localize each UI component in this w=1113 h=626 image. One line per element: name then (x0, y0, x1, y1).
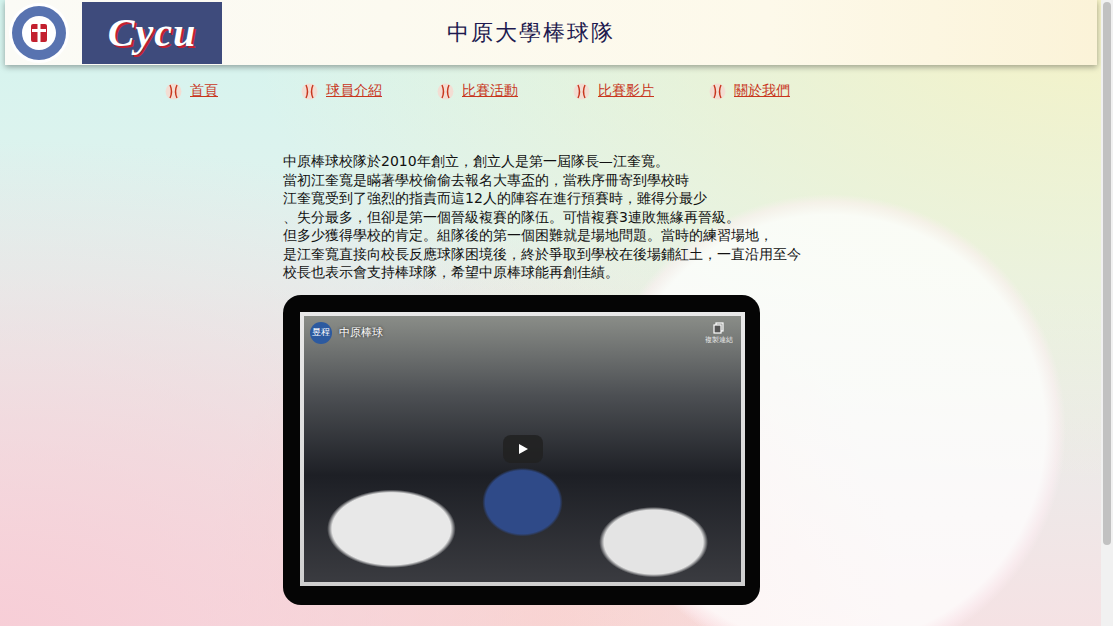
play-icon (517, 443, 529, 455)
video-title[interactable]: 中原棒球 (339, 325, 383, 340)
header: Cycu 中原大學棒球隊 (5, 0, 1097, 65)
video-frame: 昱程中原棒球複製連結 (283, 295, 760, 605)
window: Cycu 中原大學棒球隊首頁球員介紹比賽活動比賽影片關於我們中原棒球校隊於2010… (0, 0, 1113, 626)
baseball-icon (573, 83, 590, 100)
baseball-icon (709, 83, 726, 100)
nav-link[interactable]: 比賽影片 (573, 82, 709, 100)
intro-text: 中原棒球校隊於2010年創立，創立人是第一屆隊長—江奎寬。當初江奎寬是瞞著學校偷… (283, 152, 1097, 282)
team-logo-text: Cycu (108, 9, 196, 56)
nav-link[interactable]: 比賽活動 (437, 82, 573, 100)
page: Cycu 中原大學棒球隊首頁球員介紹比賽活動比賽影片關於我們中原棒球校隊於2010… (0, 0, 1101, 626)
nav-link[interactable]: 首頁 (165, 82, 301, 100)
video-border: 昱程中原棒球複製連結 (300, 312, 745, 586)
baseball-icon (437, 83, 454, 100)
baseball-icon (301, 83, 318, 100)
nav-link[interactable]: 球員介紹 (301, 82, 437, 100)
copy-link-button[interactable]: 複製連結 (705, 322, 733, 345)
intro-line: 但多少獲得學校的肯定。組隊後的第一個困難就是場地問題。當時的練習場地， (283, 226, 1097, 245)
nav-bar: 首頁球員介紹比賽活動比賽影片關於我們 (5, 82, 1097, 100)
site-title: 中原大學棒球隊 (447, 18, 615, 48)
baseball-icon (165, 83, 182, 100)
video-channel[interactable]: 昱程中原棒球 (310, 322, 383, 344)
intro-line: 江奎寬受到了強烈的指責而這12人的陣容在進行預賽時，雖得分最少 (283, 189, 1097, 208)
content: 中原棒球校隊於2010年創立，創立人是第一屆隊長—江奎寬。當初江奎寬是瞞著學校偷… (283, 152, 1097, 605)
intro-line: 是江奎寬直接向校長反應球隊困境後，終於爭取到學校在後場鋪紅土，一直沿用至今 (283, 245, 1097, 264)
team-logo: Cycu (82, 2, 222, 64)
intro-line: 、失分最多，但卻是第一個晉級複賽的隊伍。可惜複賽3連敗無緣再晉級。 (283, 208, 1097, 227)
play-button[interactable] (503, 435, 543, 463)
video-player[interactable]: 昱程中原棒球複製連結 (304, 316, 741, 582)
intro-line: 當初江奎寬是瞞著學校偷偷去報名大專盃的，當秩序冊寄到學校時 (283, 171, 1097, 190)
intro-line: 中原棒球校隊於2010年創立，創立人是第一屆隊長—江奎寬。 (283, 152, 1097, 171)
channel-avatar[interactable]: 昱程 (310, 322, 332, 344)
scrollbar[interactable] (1101, 0, 1113, 626)
intro-line: 校長也表示會支持棒球隊，希望中原棒球能再創佳績。 (283, 263, 1097, 282)
copy-icon (713, 322, 725, 334)
school-emblem-icon (8, 2, 70, 64)
copy-link-label: 複製連結 (705, 335, 733, 345)
nav-link[interactable]: 關於我們 (709, 82, 845, 100)
video-overlay: 昱程中原棒球複製連結 (310, 322, 733, 345)
scrollbar-thumb[interactable] (1103, 2, 1111, 545)
